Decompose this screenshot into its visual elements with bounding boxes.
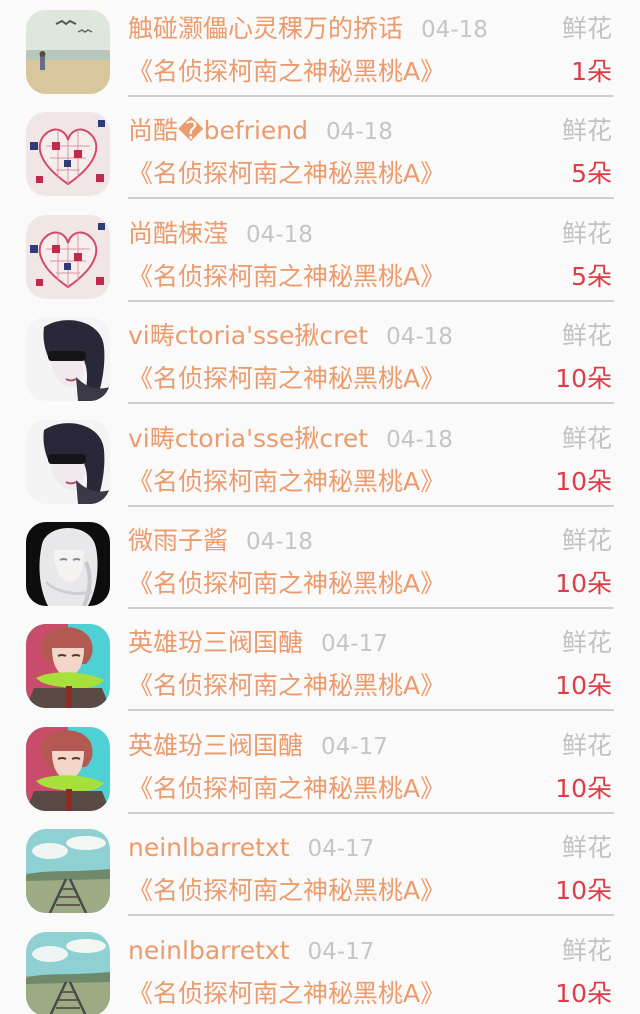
gift-type-label: 鲜花 — [561, 219, 612, 248]
gift-record-row[interactable]: 英雄玢三阀国醣 04-17 鲜花 《名侦探柯南之神秘黑桃A》 10朵 — [0, 614, 640, 716]
gift-type-label: 鲜花 — [561, 833, 612, 862]
anime-boy-avatar[interactable] — [26, 727, 110, 811]
row-divider — [128, 914, 614, 916]
book-title: 《名侦探柯南之神秘黑桃A》 — [128, 774, 446, 803]
gift-date: 04-17 — [321, 631, 388, 657]
gift-record-row[interactable]: 尚酷梀滢 04-18 鲜花 《名侦探柯南之神秘黑桃A》 5朵 — [0, 205, 640, 307]
sender-name: neinlbarretxt 04-17 — [128, 831, 374, 866]
gift-date: 04-17 — [321, 734, 388, 760]
gift-count: 10朵 — [555, 979, 612, 1008]
row-divider — [128, 607, 614, 609]
puzzle-heart-avatar[interactable] — [26, 215, 110, 299]
gift-type-label: 鲜花 — [561, 424, 612, 453]
row-divider — [128, 95, 614, 97]
row-divider — [128, 709, 614, 711]
sender-name: 尚酷�befriend 04-18 — [128, 114, 393, 149]
row-divider — [128, 505, 614, 507]
gift-date: 04-18 — [421, 17, 488, 43]
gift-date: 04-17 — [307, 939, 375, 965]
gift-type-label: 鲜花 — [561, 321, 612, 350]
gift-type-label: 鲜花 — [561, 731, 612, 760]
sender-name-text: neinlbarretxt — [128, 936, 290, 965]
sender-name: 触碰灏儡心灵稞万的挢话 04-18 — [128, 12, 488, 47]
gift-date: 04-18 — [326, 119, 393, 145]
gift-count: 1朵 — [571, 57, 612, 86]
gift-count: 5朵 — [571, 262, 612, 291]
gift-count: 10朵 — [555, 774, 612, 803]
puzzle-heart-avatar[interactable] — [26, 112, 110, 196]
gift-type-label: 鲜花 — [561, 526, 612, 555]
gift-type-label: 鲜花 — [561, 628, 612, 657]
sender-name: 英雄玢三阀国醣 04-17 — [128, 626, 388, 661]
sender-name: neinlbarretxt 04-17 — [128, 934, 374, 969]
gift-count: 10朵 — [555, 876, 612, 905]
beach-avatar[interactable] — [26, 10, 110, 94]
anime-boy-avatar[interactable] — [26, 624, 110, 708]
book-title: 《名侦探柯南之神秘黑桃A》 — [128, 876, 446, 905]
book-title: 《名侦探柯南之神秘黑桃A》 — [128, 262, 446, 291]
sender-name: 尚酷梀滢 04-18 — [128, 217, 313, 252]
sender-name-text: 微雨子酱 — [128, 526, 229, 555]
gift-count: 10朵 — [555, 671, 612, 700]
book-title: 《名侦探柯南之神秘黑桃A》 — [128, 569, 446, 598]
white-hair-girl-avatar[interactable] — [26, 522, 110, 606]
gift-record-row[interactable]: 尚酷�befriend 04-18 鲜花 《名侦探柯南之神秘黑桃A》 5朵 — [0, 102, 640, 204]
book-title: 《名侦探柯南之神秘黑桃A》 — [128, 671, 446, 700]
gift-date: 04-18 — [386, 427, 453, 453]
sender-name: 微雨子酱 04-18 — [128, 524, 313, 559]
gift-date: 04-18 — [246, 529, 313, 555]
railway-sky-avatar[interactable] — [26, 932, 110, 1014]
row-divider — [128, 300, 614, 302]
sender-name: vi畴ctoria'sse揪cret 04-18 — [128, 319, 453, 354]
gift-record-list: 触碰灏儡心灵稞万的挢话 04-18 鲜花 《名侦探柯南之神秘黑桃A》 1朵 尚酷�… — [0, 0, 640, 1014]
sender-name: 英雄玢三阀国醣 04-17 — [128, 729, 388, 764]
sender-name-text: vi畴ctoria'sse揪cret — [128, 321, 369, 350]
gift-record-row[interactable]: 英雄玢三阀国醣 04-17 鲜花 《名侦探柯南之神秘黑桃A》 10朵 — [0, 717, 640, 819]
gift-record-row[interactable]: vi畴ctoria'sse揪cret 04-18 鲜花 《名侦探柯南之神秘黑桃A》… — [0, 307, 640, 409]
sender-name-text: 触碰灏儡心灵稞万的挢话 — [128, 14, 404, 43]
sender-name-text: 英雄玢三阀国醣 — [128, 731, 304, 760]
row-divider — [128, 197, 614, 199]
book-title: 《名侦探柯南之神秘黑桃A》 — [128, 159, 446, 188]
sender-name-text: neinlbarretxt — [128, 833, 290, 862]
gift-date: 04-18 — [246, 222, 313, 248]
book-title: 《名侦探柯南之神秘黑桃A》 — [128, 57, 446, 86]
gift-count: 10朵 — [555, 364, 612, 393]
gift-count: 5朵 — [571, 159, 612, 188]
gift-count: 10朵 — [555, 569, 612, 598]
sender-name-text: 英雄玢三阀国醣 — [128, 628, 304, 657]
gift-record-row[interactable]: neinlbarretxt 04-17 鲜花 《名侦探柯南之神秘黑桃A》 10朵 — [0, 819, 640, 921]
gift-record-row[interactable]: vi畴ctoria'sse揪cret 04-18 鲜花 《名侦探柯南之神秘黑桃A》… — [0, 410, 640, 512]
gift-type-label: 鲜花 — [561, 14, 612, 43]
railway-sky-avatar[interactable] — [26, 829, 110, 913]
sunglasses-girl-avatar[interactable] — [26, 317, 110, 401]
gift-type-label: 鲜花 — [561, 116, 612, 145]
sender-name: vi畴ctoria'sse揪cret 04-18 — [128, 422, 453, 457]
gift-record-row[interactable]: 触碰灏儡心灵稞万的挢话 04-18 鲜花 《名侦探柯南之神秘黑桃A》 1朵 — [0, 0, 640, 102]
gift-type-label: 鲜花 — [561, 936, 612, 965]
sunglasses-girl-avatar[interactable] — [26, 420, 110, 504]
gift-record-row[interactable]: neinlbarretxt 04-17 鲜花 《名侦探柯南之神秘黑桃A》 10朵 — [0, 922, 640, 1014]
gift-date: 04-18 — [386, 324, 453, 350]
row-divider — [128, 812, 614, 814]
book-title: 《名侦探柯南之神秘黑桃A》 — [128, 467, 446, 496]
row-divider — [128, 402, 614, 404]
gift-date: 04-17 — [307, 836, 375, 862]
sender-name-text: 尚酷�befriend — [128, 116, 309, 145]
sender-name-text: 尚酷梀滢 — [128, 219, 229, 248]
sender-name-text: vi畴ctoria'sse揪cret — [128, 424, 369, 453]
gift-count: 10朵 — [555, 467, 612, 496]
book-title: 《名侦探柯南之神秘黑桃A》 — [128, 979, 446, 1008]
book-title: 《名侦探柯南之神秘黑桃A》 — [128, 364, 446, 393]
gift-record-row[interactable]: 微雨子酱 04-18 鲜花 《名侦探柯南之神秘黑桃A》 10朵 — [0, 512, 640, 614]
